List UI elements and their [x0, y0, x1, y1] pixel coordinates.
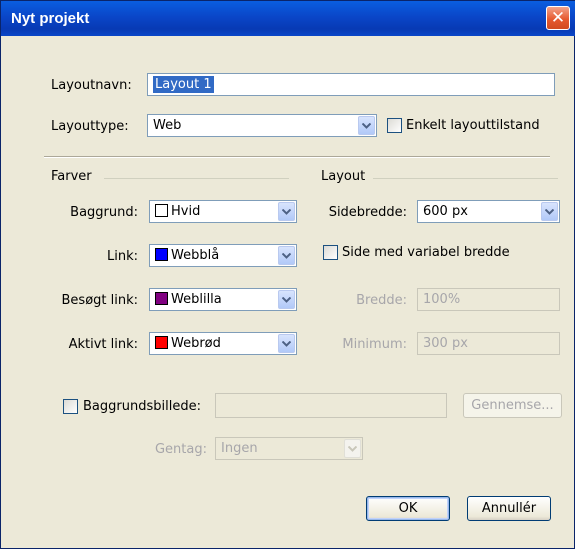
link-color-value: Webblå	[171, 248, 220, 263]
title-bar: Nyt projekt	[1, 1, 575, 36]
active-link-color-label: Aktivt link:	[68, 337, 138, 352]
page-width-select[interactable]: 600 px	[417, 200, 560, 223]
chevron-down-icon	[282, 209, 291, 215]
layout-name-label: Layoutnavn:	[51, 78, 132, 93]
page-width-label: Sidebredde:	[328, 205, 407, 220]
background-image-checkbox[interactable]	[63, 399, 78, 414]
minimum-value: 300 px	[423, 336, 468, 351]
active-link-color-select[interactable]: Webrød	[149, 332, 297, 355]
purple-swatch-icon	[155, 292, 168, 305]
width-label: Bredde:	[356, 293, 407, 308]
ok-button[interactable]: OK	[366, 496, 450, 521]
active-link-color-dropdown-button[interactable]	[278, 334, 295, 353]
visited-link-color-label: Besøgt link:	[61, 293, 139, 308]
blue-swatch-icon	[155, 248, 168, 261]
minimum-input[interactable]: 300 px	[417, 332, 560, 355]
browse-button[interactable]: Gennemse...	[463, 393, 562, 418]
link-color-label: Link:	[106, 249, 138, 264]
white-swatch-icon	[155, 204, 168, 217]
repeat-value: Ingen	[221, 441, 258, 456]
chevron-down-icon	[545, 209, 554, 215]
visited-link-color-dropdown-button[interactable]	[278, 290, 295, 309]
chevron-down-icon	[282, 253, 291, 259]
close-icon: ✕	[550, 8, 566, 28]
active-link-color-value: Webrød	[171, 336, 221, 351]
layout-group-line	[373, 178, 558, 179]
single-layout-mode-label: Enkelt layouttilstand	[406, 118, 540, 133]
repeat-dropdown-button[interactable]	[344, 439, 361, 458]
layout-type-label: Layouttype:	[51, 119, 129, 134]
link-color-select[interactable]: Webblå	[149, 244, 297, 267]
minimum-label: Minimum:	[342, 337, 407, 352]
variable-width-checkbox[interactable]	[323, 245, 338, 260]
chevron-down-icon	[362, 123, 371, 129]
visited-link-color-value: Weblilla	[171, 292, 222, 307]
repeat-label: Gentag:	[154, 442, 207, 457]
chevron-down-icon	[282, 341, 291, 347]
red-swatch-icon	[155, 336, 168, 349]
close-button[interactable]: ✕	[546, 6, 570, 30]
width-input[interactable]: 100%	[417, 288, 560, 311]
background-color-label: Baggrund:	[70, 205, 138, 220]
variable-width-label: Side med variabel bredde	[342, 245, 510, 260]
separator	[44, 156, 550, 158]
colors-group-line	[104, 178, 289, 179]
page-width-dropdown-button[interactable]	[541, 202, 558, 221]
window-title: Nyt projekt	[11, 10, 90, 27]
layout-name-value: Layout 1	[153, 76, 214, 93]
layout-type-dropdown-button[interactable]	[358, 116, 375, 135]
cancel-button[interactable]: Annullér	[467, 496, 551, 521]
chevron-down-icon	[282, 297, 291, 303]
link-color-dropdown-button[interactable]	[278, 246, 295, 265]
single-layout-mode-checkbox[interactable]	[387, 118, 402, 133]
layout-type-select[interactable]: Web	[147, 114, 377, 137]
layout-name-input[interactable]: Layout 1	[147, 73, 555, 96]
layout-type-value: Web	[153, 118, 182, 133]
background-color-value: Hvid	[171, 204, 201, 219]
page-width-value: 600 px	[423, 204, 468, 219]
visited-link-color-select[interactable]: Weblilla	[149, 288, 297, 311]
background-image-label: Baggrundsbillede:	[83, 399, 201, 414]
background-color-dropdown-button[interactable]	[278, 202, 295, 221]
background-color-select[interactable]: Hvid	[149, 200, 297, 223]
new-project-dialog: Nyt projekt ✕ Layoutnavn: Layout 1 Layou…	[0, 0, 575, 549]
background-image-path-input[interactable]	[215, 393, 447, 418]
colors-group-label: Farver	[51, 169, 92, 184]
repeat-select[interactable]: Ingen	[215, 437, 363, 460]
width-value: 100%	[423, 292, 461, 307]
layout-group-label: Layout	[321, 169, 366, 184]
chevron-down-icon	[348, 446, 357, 452]
